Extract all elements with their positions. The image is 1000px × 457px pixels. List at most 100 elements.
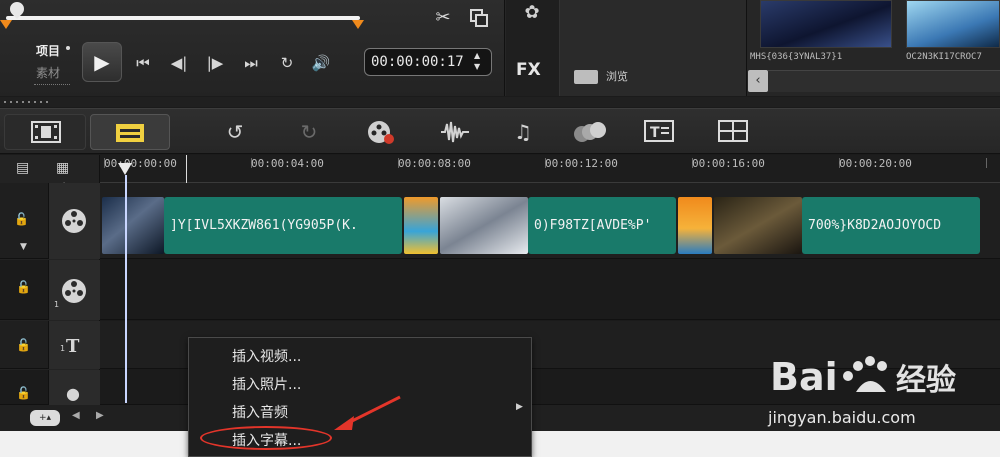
ruler-label: 00:00:20:00 [839, 157, 912, 170]
library-thumb[interactable] [906, 0, 1000, 48]
ruler-label: 00:00:16:00 [692, 157, 765, 170]
skip-start-icon: ⏮ [136, 54, 150, 72]
scrub-bar[interactable] [6, 16, 360, 20]
scroll-left-button[interactable]: ‹ [748, 70, 768, 92]
clip-thumbnail[interactable] [714, 197, 802, 254]
library-thumb-name: OC2N3KI17CROC7 [906, 52, 982, 62]
mode-divider [34, 84, 70, 86]
browse-button[interactable]: 浏览 [574, 66, 646, 88]
track-number: 1 [60, 344, 66, 353]
subtitle-editor-icon[interactable]: T [644, 118, 674, 146]
repeat-button[interactable]: ↻ [276, 52, 298, 74]
redo-icon[interactable]: ↻ [294, 118, 324, 146]
clip-title: 0)F98TZ[AVDE%P' [534, 218, 652, 233]
skip-end-icon: ⏭ [244, 54, 258, 72]
submenu-arrow-icon: ▶ [516, 402, 523, 412]
fx-button[interactable]: FX [516, 60, 541, 80]
scroll-right-icon[interactable]: ▶ [96, 410, 104, 421]
menu-item-insert-audio[interactable]: 插入音频 [232, 402, 288, 422]
grip-dot [40, 101, 42, 103]
motion-track-icon[interactable] [572, 118, 606, 146]
record-capture-icon[interactable] [366, 118, 396, 146]
browse-folder-icon [574, 70, 598, 84]
clip-title: 700%}K8D2AOJOYOCD [808, 218, 942, 233]
skip-start-button[interactable]: ⏮ [132, 52, 154, 74]
clip-thumbnail[interactable] [102, 197, 164, 254]
lock-icon[interactable]: 🔓 [16, 386, 31, 400]
timecode-field[interactable]: 00:00:00:17 [364, 48, 492, 76]
grip-dot [46, 101, 48, 103]
photo-clip[interactable] [678, 197, 712, 254]
photo-clip[interactable] [404, 197, 438, 254]
menu-item-insert-video[interactable]: 插入视频... [232, 346, 301, 366]
library-thumb[interactable] [760, 0, 892, 48]
video-clip[interactable]: ]Y[IVL5XKZW861(YG905P(K. [164, 197, 402, 254]
storyboard-view-icon [116, 124, 144, 142]
annotation-arrow-icon [334, 395, 401, 430]
ruler-label: 00:00:04:00 [251, 157, 324, 170]
microphone-icon: ● [66, 384, 80, 403]
multi-cam-icon[interactable] [718, 118, 748, 146]
svg-text:Bai: Bai [770, 355, 838, 399]
undo-icon[interactable]: ↺ [220, 118, 250, 146]
film-reel-icon [48, 206, 100, 242]
scissors-icon[interactable]: ✂ [432, 8, 454, 30]
lock-icon[interactable]: 🔓 [16, 280, 31, 294]
prev-frame-icon: ◀| [170, 54, 188, 72]
highlight-ellipse [200, 426, 332, 450]
baidu-watermark-url: jingyan.baidu.com [768, 408, 916, 427]
grip-dot [16, 101, 18, 103]
playhead-line[interactable] [125, 175, 127, 403]
zoom-fit-icon: +▴ [38, 413, 52, 423]
effects-icon[interactable]: ✿ [514, 2, 550, 26]
trim-start-marker[interactable] [0, 20, 12, 29]
menu-item-insert-photo[interactable]: 插入照片... [232, 374, 301, 394]
playhead-marker[interactable] [118, 163, 132, 175]
ruler-label: 00:00:12:00 [545, 157, 618, 170]
chevron-left-icon: ‹ [755, 73, 761, 88]
repeat-icon: ↻ [280, 54, 294, 72]
play-button[interactable]: ▶ [82, 42, 122, 82]
track-manager-icon[interactable]: ▤ [16, 160, 44, 178]
grip-dot [4, 101, 6, 103]
lock-icon[interactable]: 🔓 [14, 212, 29, 226]
timecode-spinner[interactable]: ▲ ▼ [474, 50, 488, 72]
overlay-track [0, 260, 1000, 320]
scroll-left-icon[interactable]: ◀ [72, 410, 80, 421]
video-clip[interactable]: 0)F98TZ[AVDE%P' [528, 197, 676, 254]
mode-project[interactable]: 项目 [36, 42, 60, 59]
grip-dot [10, 101, 12, 103]
skip-end-button[interactable]: ⏭ [240, 52, 262, 74]
ruler-label: 00:00:08:00 [398, 157, 471, 170]
video-clip[interactable]: 700%}K8D2AOJOYOCD [802, 197, 980, 254]
grip-dot [22, 101, 24, 103]
mode-clip[interactable]: 素材 [36, 64, 60, 81]
next-frame-icon: |▶ [206, 54, 224, 72]
grip-dot [34, 101, 36, 103]
storyboard-view-button[interactable] [90, 114, 170, 150]
mode-dot [66, 46, 70, 50]
panel-splitter[interactable] [0, 97, 1000, 107]
ruler-label: 00:00:00:00 [104, 157, 177, 170]
trim-end-marker[interactable] [352, 20, 364, 29]
chapter-point-icon[interactable]: ▦ [56, 160, 84, 178]
timeline-view-icon [31, 121, 61, 143]
next-frame-button[interactable]: |▶ [204, 52, 226, 74]
copy-frame-icon[interactable] [468, 8, 490, 30]
browse-label: 浏览 [606, 70, 628, 83]
chevron-down-icon[interactable]: ▼ [20, 242, 27, 252]
svg-text:经验: 经验 [896, 363, 956, 398]
sound-mixer-icon[interactable] [440, 118, 470, 146]
timeline-view-button[interactable] [4, 114, 86, 150]
zoom-fit-button[interactable]: +▴ [30, 410, 60, 426]
volume-button[interactable]: 🔊 [310, 52, 332, 74]
clip-thumbnail[interactable] [440, 197, 528, 254]
library-thumb-name: MHS{036{3YNAL37}1 [750, 52, 843, 62]
play-icon: ▶ [94, 50, 110, 74]
lock-icon[interactable]: 🔓 [16, 338, 31, 352]
prev-frame-button[interactable]: ◀| [168, 52, 190, 74]
auto-music-icon[interactable]: ♫ [508, 118, 538, 146]
volume-icon: 🔊 [311, 54, 331, 72]
library-scrollbar[interactable] [768, 70, 1000, 92]
title-t-icon: T [66, 336, 80, 357]
